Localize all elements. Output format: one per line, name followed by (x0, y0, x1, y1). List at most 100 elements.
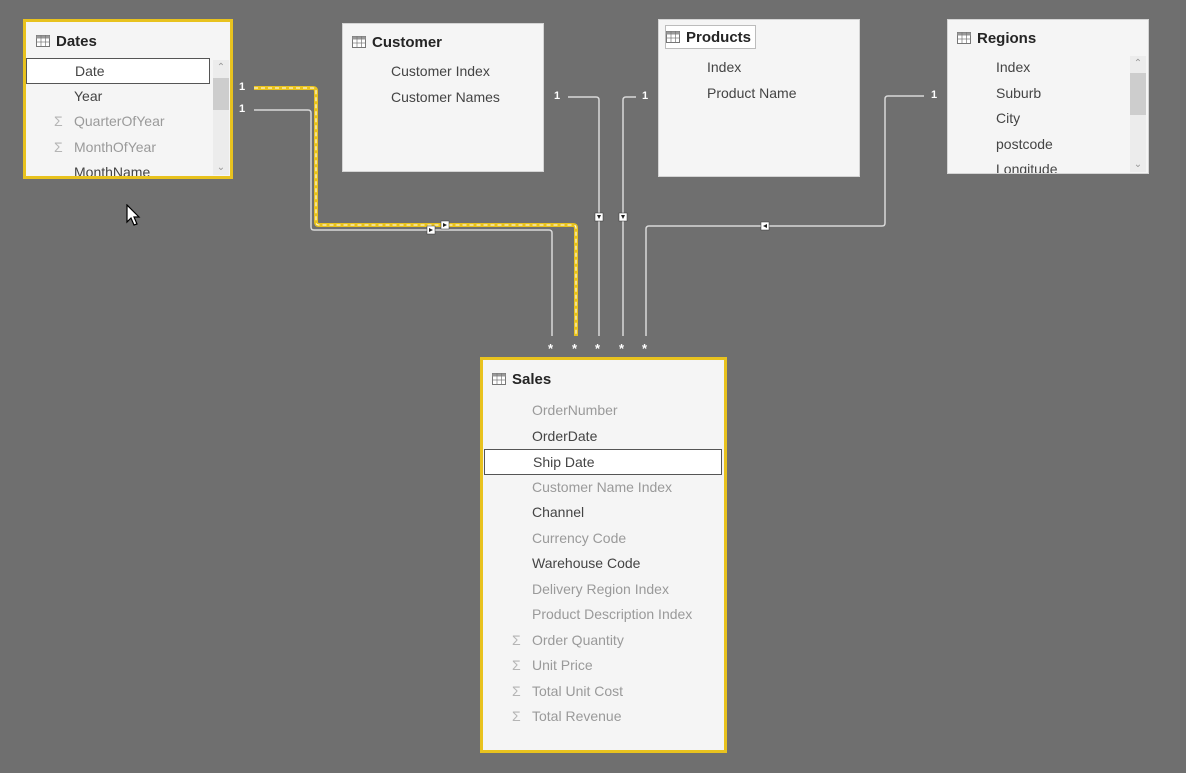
cardinality-many-label: * (642, 341, 648, 356)
scroll-thumb[interactable] (213, 78, 229, 110)
filter-direction-marker (594, 212, 604, 222)
field-monthname[interactable]: MonthName (26, 160, 210, 176)
field-year[interactable]: Year (26, 84, 210, 110)
field-total-unit-cost[interactable]: Σ Total Unit Cost (484, 679, 722, 705)
sigma-icon: Σ (512, 708, 521, 724)
field-name: postcode (996, 135, 1053, 152)
table-header-products[interactable]: Products (665, 25, 757, 49)
cardinality-one-label: 1 (931, 89, 938, 101)
table-icon (492, 373, 506, 385)
field-name: QuarterOfYear (74, 113, 165, 129)
table-card-dates[interactable]: Dates Date Year Σ QuarterOfYear Σ MonthOfY… (23, 19, 233, 179)
scroll-thumb[interactable] (1130, 73, 1146, 115)
field-name: OrderDate (532, 427, 598, 444)
sigma-icon: Σ (54, 138, 63, 155)
field-name: Warehouse Code (532, 555, 641, 571)
table-header-dates[interactable]: Dates (36, 30, 97, 52)
field-name: MonthOfYear (74, 138, 156, 155)
cardinality-many-label: * (619, 341, 625, 356)
sigma-icon: Σ (54, 113, 63, 129)
table-icon (666, 31, 680, 43)
table-title: Dates (56, 32, 97, 50)
field-total-revenue[interactable]: Σ Total Revenue (484, 704, 722, 730)
field-warehouse-code[interactable]: Warehouse Code (484, 551, 722, 577)
field-name: Longitude (996, 161, 1058, 173)
field-list: Index Product Name (659, 55, 859, 106)
field-name: Year (74, 87, 103, 104)
table-card-products[interactable]: Products Index Product Name (658, 19, 860, 177)
field-currency-code[interactable]: Currency Code (484, 526, 722, 552)
field-order-quantity[interactable]: Σ Order Quantity (484, 628, 722, 654)
field-name: Total Unit Cost (532, 682, 624, 699)
field-name: MonthName (74, 164, 151, 176)
field-customer-name-index[interactable]: Customer Name Index (484, 475, 722, 501)
sigma-icon: Σ (512, 657, 521, 673)
table-header-customer[interactable]: Customer (352, 31, 442, 53)
relationship-line-customer-sales[interactable] (568, 96, 600, 336)
table-title: Regions (977, 29, 1037, 47)
table-header-regions[interactable]: Regions (957, 27, 1036, 49)
sigma-icon: Σ (512, 631, 521, 648)
cardinality-one-label: 1 (554, 90, 561, 102)
field-name: Product Name (707, 84, 797, 101)
field-unit-price[interactable]: Σ Unit Price (484, 653, 722, 679)
field-index[interactable]: Index (948, 55, 1128, 81)
field-list: Index Suburb City postcode Longitude (948, 55, 1128, 173)
field-suburb[interactable]: Suburb (948, 81, 1128, 107)
field-name: Channel (532, 504, 585, 520)
cardinality-one-label: 1 (642, 90, 649, 102)
field-name: Total Revenue (532, 708, 622, 724)
filter-direction-marker (440, 220, 450, 230)
field-name: Customer Names (391, 88, 500, 105)
cardinality-many-label: * (595, 341, 601, 356)
field-product-description-index[interactable]: Product Description Index (484, 602, 722, 628)
field-city[interactable]: City (948, 106, 1128, 132)
chevron-down-icon[interactable]: ⌄ (1130, 159, 1146, 170)
cardinality-one-label: 1 (239, 103, 246, 115)
field-date[interactable]: Date (26, 58, 210, 84)
field-ordernumber[interactable]: OrderNumber (484, 398, 722, 424)
sigma-icon: Σ (512, 682, 521, 699)
field-customer-names[interactable]: Customer Names (343, 85, 543, 111)
field-name: OrderNumber (532, 402, 618, 418)
field-index[interactable]: Index (659, 55, 859, 81)
field-longitude[interactable]: Longitude (948, 157, 1128, 173)
field-orderdate[interactable]: OrderDate (484, 424, 722, 450)
field-ship-date[interactable]: Ship Date (484, 449, 722, 475)
scrollbar[interactable]: ⌃ ⌄ (1130, 56, 1146, 172)
cardinality-many-label: * (548, 341, 554, 356)
field-name: Order Quantity (532, 631, 624, 648)
field-name: City (996, 110, 1021, 126)
field-list: OrderNumber OrderDate Ship Date Customer… (484, 398, 722, 730)
field-channel[interactable]: Channel (484, 500, 722, 526)
field-name: Unit Price (532, 657, 593, 673)
table-title: Customer (372, 33, 443, 51)
table-title: Products (686, 28, 752, 46)
field-quarterofyear[interactable]: Σ QuarterOfYear (26, 109, 210, 135)
chevron-up-icon[interactable]: ⌃ (213, 62, 229, 73)
field-name: Index (996, 59, 1031, 75)
field-name: Currency Code (532, 529, 627, 546)
field-postcode[interactable]: postcode (948, 132, 1128, 158)
field-product-name[interactable]: Product Name (659, 81, 859, 107)
field-customer-index[interactable]: Customer Index (343, 59, 543, 85)
table-header-sales[interactable]: Sales (492, 368, 551, 390)
chevron-down-icon[interactable]: ⌄ (213, 162, 229, 173)
field-monthofyear[interactable]: Σ MonthOfYear (26, 135, 210, 161)
table-card-customer[interactable]: Customer Customer Index Customer Names (342, 23, 544, 172)
field-name: Customer Name Index (532, 478, 673, 495)
cardinality-one-label: 1 (239, 81, 246, 93)
mouse-pointer-icon (126, 204, 141, 226)
field-delivery-region-index[interactable]: Delivery Region Index (484, 577, 722, 603)
table-icon (36, 35, 50, 47)
field-name: Ship Date (533, 454, 595, 470)
field-list: Date Year Σ QuarterOfYear Σ MonthOfYear Mo… (26, 58, 210, 176)
table-title: Sales (512, 370, 552, 388)
scrollbar[interactable]: ⌃ ⌄ (213, 60, 229, 175)
field-name: Delivery Region Index (532, 580, 669, 597)
table-card-regions[interactable]: Regions Index Suburb City postcode Longi… (947, 19, 1149, 174)
table-icon (957, 32, 971, 44)
filter-direction-marker (426, 225, 436, 235)
chevron-up-icon[interactable]: ⌃ (1130, 58, 1146, 69)
table-card-sales[interactable]: Sales OrderNumber OrderDate Ship Date Cu… (480, 357, 727, 753)
